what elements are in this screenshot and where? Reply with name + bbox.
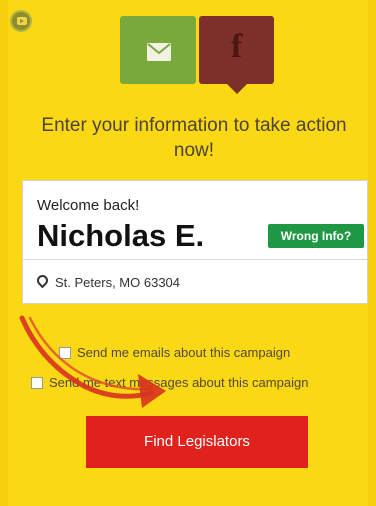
user-name: Nicholas E. [37,218,205,253]
user-info-card: Welcome back! Nicholas E. Wrong Info? St… [22,180,368,304]
video-overlay-icon[interactable] [10,10,32,32]
text-opt-in-label: Send me text messages about this campaig… [49,375,309,390]
facebook-icon: f [230,28,243,65]
address-text: St. Peters, MO 63304 [55,275,181,290]
action-headline: Enter your information to take action no… [41,115,347,161]
text-opt-in[interactable]: Send me text messages about this campaig… [31,375,308,390]
email-opt-in[interactable]: Send me emails about this campaign [59,345,290,360]
address-line: St. Peters, MO 63304 [34,272,181,290]
find-legislators-button[interactable]: Find Legislators [86,416,308,468]
card-divider [23,259,367,260]
wrong-info-button[interactable]: Wrong Info? [268,224,364,248]
welcome-text: Welcome back! [37,197,140,214]
share-facebook-button[interactable]: f [199,16,274,94]
text-opt-in-checkbox[interactable] [31,377,43,389]
email-opt-in-label: Send me emails about this campaign [77,345,291,360]
map-pin-icon [34,272,51,289]
email-opt-in-checkbox[interactable] [59,347,71,359]
envelope-icon [147,43,171,61]
share-email-button[interactable] [120,16,196,84]
